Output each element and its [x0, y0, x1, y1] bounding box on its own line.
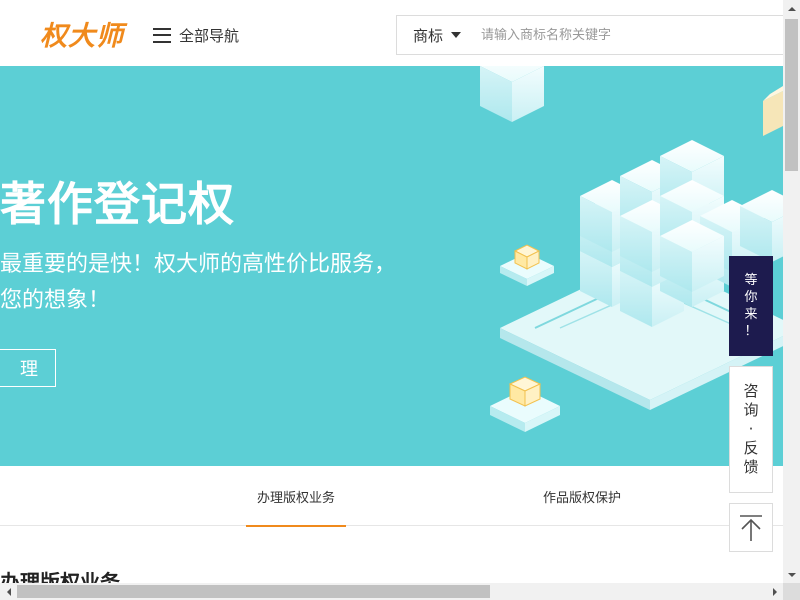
side-promo-char: 来: [744, 307, 758, 322]
banner-title: 著作登记权: [0, 177, 235, 231]
side-promo-badge[interactable]: 等 你 来 ！: [729, 256, 773, 356]
all-navigation-label: 全部导航: [179, 26, 240, 45]
service-tabs: 办理版权业务 作品版权保护: [0, 466, 783, 527]
scroll-down-arrow-icon[interactable]: [783, 566, 800, 583]
horizontal-scroll-thumb[interactable]: [17, 585, 490, 598]
tab-label: 作品版权保护: [542, 490, 621, 506]
search-type-value: 商标: [413, 26, 444, 45]
header: 权大师 全部导航 商标: [0, 0, 788, 66]
banner-cta-label: 理: [20, 359, 38, 380]
search-input[interactable]: [471, 16, 787, 54]
tab-handle-copyright[interactable]: 办理版权业务: [246, 466, 346, 527]
consult-char: ·: [748, 420, 754, 438]
scrollbar-corner: [783, 583, 800, 600]
logo[interactable]: 权大师: [40, 14, 124, 53]
arrow-up-to-top-icon: [740, 514, 762, 541]
tab-label: 办理版权业务: [256, 490, 335, 506]
side-promo-char: 你: [744, 290, 758, 305]
scroll-right-arrow-icon[interactable]: [766, 583, 783, 600]
caret-down-icon: [451, 32, 462, 38]
horizontal-scrollbar[interactable]: [0, 583, 783, 600]
consult-char: 馈: [743, 458, 759, 476]
vertical-scroll-thumb[interactable]: [785, 19, 798, 171]
scroll-up-arrow-icon[interactable]: [783, 0, 800, 17]
consult-char: 询: [743, 401, 759, 419]
all-navigation-button[interactable]: 全部导航: [153, 24, 239, 46]
tab-copyright-protection[interactable]: 作品版权保护: [532, 466, 632, 526]
vertical-scrollbar[interactable]: [783, 0, 800, 583]
search-type-dropdown[interactable]: 商标: [397, 16, 471, 54]
banner-subtitle-line-1: 最重要的是快！权大师的高性价比服务，: [0, 252, 397, 277]
consult-feedback-button[interactable]: 咨 询 · 反 馈: [729, 366, 773, 493]
side-promo-char: 等: [744, 273, 758, 288]
back-to-top-button[interactable]: [729, 503, 773, 552]
scroll-left-arrow-icon[interactable]: [0, 583, 17, 600]
search-box: 商标: [396, 15, 788, 55]
page: 权大师 全部导航 商标 著作登记权 最重要的是快！权大师的高性价比服务， 您的想…: [0, 0, 800, 600]
consult-char: 咨: [743, 382, 759, 400]
banner-cta-button[interactable]: 理: [0, 349, 56, 387]
banner-subtitle-line-2: 您的想象！: [0, 288, 111, 313]
hero-banner: 著作登记权 最重要的是快！权大师的高性价比服务， 您的想象！ 理: [0, 66, 783, 466]
consult-char: 反: [743, 439, 759, 457]
side-promo-char: ！: [744, 324, 758, 339]
menu-icon: [153, 27, 171, 43]
